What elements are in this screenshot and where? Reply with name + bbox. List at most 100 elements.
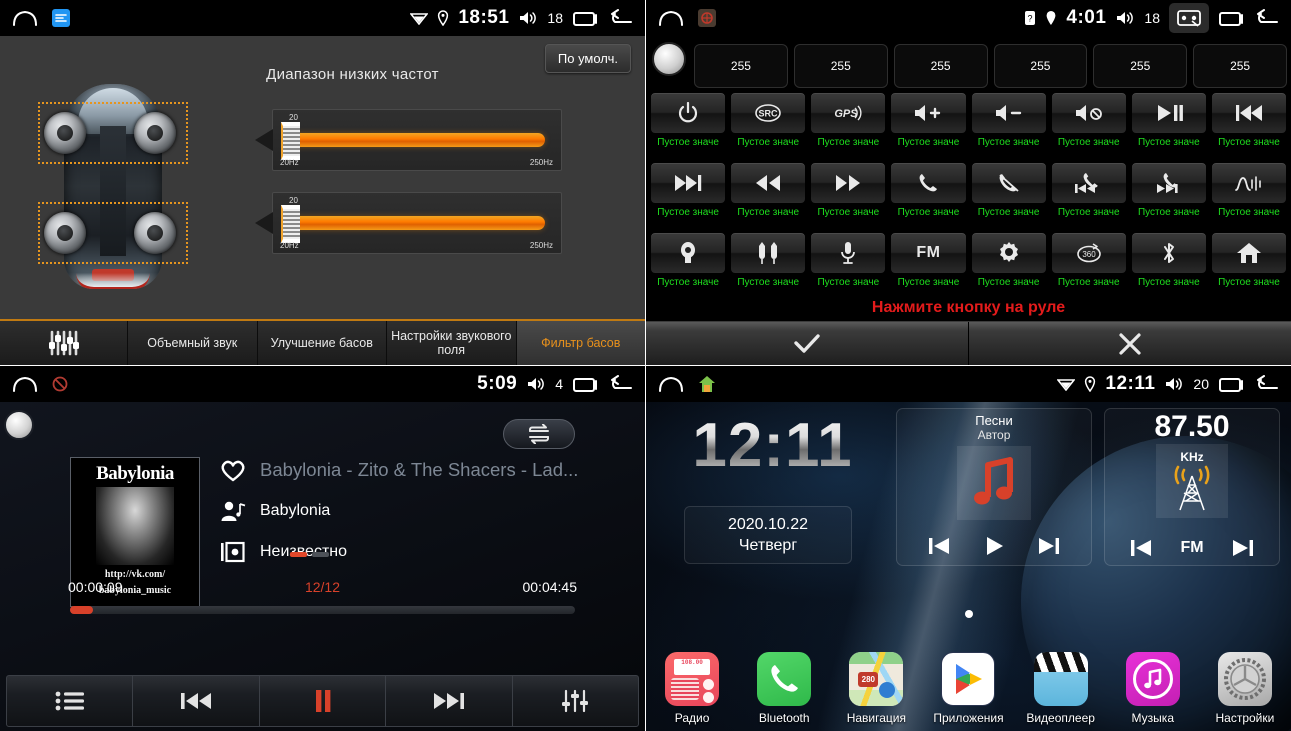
app-applications[interactable]: Приложения xyxy=(922,652,1014,729)
key-cell-next[interactable]: Пустое значе xyxy=(650,162,727,229)
key-cell-camera[interactable]: Пустое значе xyxy=(650,232,727,299)
adc-value-box[interactable]: 255 xyxy=(893,44,988,88)
app-settings[interactable]: Настройки xyxy=(1199,652,1291,729)
key-cell-home-app[interactable]: Пустое значе xyxy=(1210,232,1287,299)
key-cell-call[interactable]: Пустое значе xyxy=(890,162,967,229)
aux-icon[interactable] xyxy=(730,232,807,274)
floating-home-button[interactable] xyxy=(652,42,686,76)
recents-icon[interactable] xyxy=(1218,375,1244,393)
slider-track[interactable] xyxy=(291,216,545,230)
tab-surround-sound[interactable]: Объемный звук xyxy=(128,321,258,365)
app-badge-icon[interactable] xyxy=(698,9,716,27)
tab-sound-field-settings[interactable]: Настройки звукового поля xyxy=(387,321,517,365)
gps-icon[interactable]: GPS xyxy=(810,92,887,134)
cancel-button[interactable] xyxy=(969,322,1291,365)
key-cell-aux[interactable]: Пустое значе xyxy=(730,232,807,299)
confirm-button[interactable] xyxy=(646,322,969,365)
key-cell-call-previous[interactable]: Пустое значе xyxy=(1050,162,1127,229)
volume-up-icon[interactable] xyxy=(890,92,967,134)
home-icon[interactable] xyxy=(12,9,38,27)
back-icon[interactable] xyxy=(607,9,633,27)
previous-icon[interactable] xyxy=(1210,92,1287,134)
home-icon[interactable] xyxy=(12,375,38,393)
key-cell-settings[interactable]: Пустое значе xyxy=(970,232,1047,299)
slider-low-frequency-front[interactable]: 20 20Hz 250Hz xyxy=(255,109,562,171)
repeat-button[interactable] xyxy=(503,419,575,449)
home-app-icon[interactable] xyxy=(1210,232,1287,274)
adc-value-box[interactable]: 255 xyxy=(1093,44,1188,88)
home-page-indicator[interactable] xyxy=(964,610,973,618)
app-bluetooth[interactable]: Bluetooth xyxy=(738,652,830,729)
next-button[interactable] xyxy=(386,676,513,726)
key-cell-src[interactable]: SRC Пустое значе xyxy=(730,92,807,159)
key-cell-360-view[interactable]: 360 Пустое значе xyxy=(1050,232,1127,299)
tab-equalizer[interactable] xyxy=(0,321,128,365)
radio-widget[interactable]: 87.50 KHz FM xyxy=(1104,408,1280,566)
key-cell-power[interactable]: Пустое значе xyxy=(650,92,727,159)
speaker-front-right[interactable] xyxy=(134,112,176,154)
key-cell-call-end[interactable]: Пустое значе xyxy=(970,162,1047,229)
favorite-heart-icon[interactable] xyxy=(220,459,246,482)
slider-knob[interactable] xyxy=(281,122,300,160)
carplay-icon[interactable] xyxy=(1169,3,1209,33)
call-icon[interactable] xyxy=(890,162,967,204)
key-cell-voice[interactable]: Пустое значе xyxy=(1210,162,1287,229)
key-cell-volume-down[interactable]: Пустое значе xyxy=(970,92,1047,159)
playlist-button[interactable] xyxy=(7,676,134,726)
360-view-icon[interactable]: 360 xyxy=(1050,232,1127,274)
volume-mute-icon[interactable] xyxy=(1050,92,1127,134)
progress-bar[interactable] xyxy=(70,606,575,614)
call-previous-icon[interactable] xyxy=(1050,162,1127,204)
home-icon[interactable] xyxy=(658,375,684,393)
page-dot[interactable] xyxy=(312,552,329,557)
app-badge-icon[interactable] xyxy=(52,9,70,27)
fast-forward-icon[interactable] xyxy=(810,162,887,204)
adc-value-box[interactable]: 255 xyxy=(793,44,888,88)
key-cell-fast-forward[interactable]: Пустое значе xyxy=(810,162,887,229)
app-videoplayer[interactable]: Видеоплеер xyxy=(1015,652,1107,729)
key-cell-previous[interactable]: Пустое значе xyxy=(1210,92,1287,159)
camera-icon[interactable] xyxy=(650,232,727,274)
src-icon[interactable]: SRC xyxy=(730,92,807,134)
app-music[interactable]: Музыка xyxy=(1107,652,1199,729)
key-cell-rewind[interactable]: Пустое значе xyxy=(730,162,807,229)
recents-icon[interactable] xyxy=(572,375,598,393)
adc-value-box[interactable]: 255 xyxy=(993,44,1088,88)
previous-icon[interactable] xyxy=(927,536,951,556)
previous-icon[interactable] xyxy=(1129,538,1153,558)
music-widget[interactable]: Песни Автор xyxy=(896,408,1092,566)
next-icon[interactable] xyxy=(650,162,727,204)
play-pause-icon[interactable] xyxy=(1130,92,1207,134)
app-navigation[interactable]: 280 Навигация xyxy=(830,652,922,729)
key-cell-volume-up[interactable]: Пустое значе xyxy=(890,92,967,159)
key-cell-microphone[interactable]: Пустое значе xyxy=(810,232,887,299)
slider-knob[interactable] xyxy=(281,205,300,243)
fm-icon[interactable]: FM xyxy=(890,232,967,274)
app-radio[interactable]: 108.00 Радио xyxy=(646,652,738,729)
speaker-rear-left[interactable] xyxy=(44,212,86,254)
launcher-icon[interactable] xyxy=(698,375,716,393)
page-dot-active[interactable] xyxy=(290,552,307,557)
floating-home-button[interactable] xyxy=(4,410,34,440)
call-end-icon[interactable] xyxy=(970,162,1047,204)
next-icon[interactable] xyxy=(1037,536,1061,556)
back-icon[interactable] xyxy=(1253,375,1279,393)
next-icon[interactable] xyxy=(1231,538,1255,558)
volume-down-icon[interactable] xyxy=(970,92,1047,134)
power-icon[interactable] xyxy=(650,92,727,134)
speaker-front-left[interactable] xyxy=(44,112,86,154)
clock-widget[interactable]: 12:11 2020.10.22 Четверг xyxy=(660,408,885,566)
rewind-icon[interactable] xyxy=(730,162,807,204)
microphone-icon[interactable] xyxy=(810,232,887,274)
voice-wave-icon[interactable] xyxy=(1210,162,1287,204)
key-cell-fm[interactable]: FM Пустое значе xyxy=(890,232,967,299)
back-icon[interactable] xyxy=(1253,9,1279,27)
tab-bass-boost[interactable]: Улучшение басов xyxy=(258,321,387,365)
speaker-rear-right[interactable] xyxy=(134,212,176,254)
adc-value-box[interactable]: 255 xyxy=(694,44,788,88)
clock-date-box[interactable]: 2020.10.22 Четверг xyxy=(684,506,852,564)
play-icon[interactable] xyxy=(983,535,1005,557)
slider-track[interactable] xyxy=(291,133,545,147)
recents-icon[interactable] xyxy=(572,9,598,27)
key-cell-gps[interactable]: GPS Пустое значе xyxy=(810,92,887,159)
